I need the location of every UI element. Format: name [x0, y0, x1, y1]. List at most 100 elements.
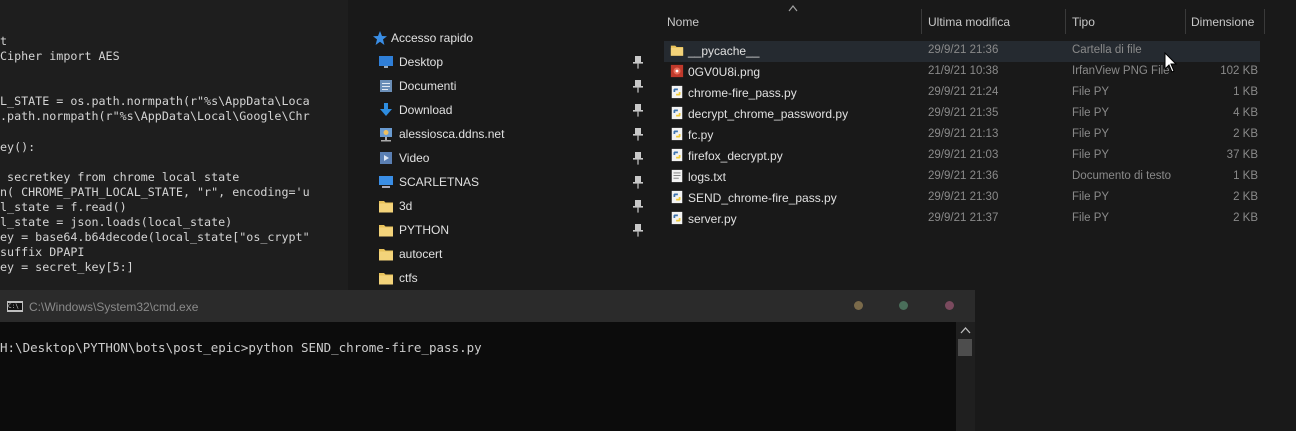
code-line: suffix DPAPI	[0, 245, 85, 260]
file-row[interactable]: SEND_chrome-fire_pass.py 29/9/21 21:30 Fil…	[664, 188, 1260, 209]
column-header-modified[interactable]: Ultima modifica	[928, 15, 1010, 29]
code-editor-text[interactable]: t Cipher import AES L_STATE = os.path.no…	[0, 34, 310, 276]
nav-item-ctfs[interactable]: ctfs	[348, 266, 658, 290]
star-icon	[373, 31, 387, 45]
pin-icon[interactable]	[632, 79, 644, 93]
file-row[interactable]: logs.txt 29/9/21 21:36 Documento di testo 1…	[664, 167, 1260, 188]
cmd-app-icon: C:\	[7, 301, 23, 312]
nav-item-label: Video	[399, 151, 430, 165]
scrollbar-thumb[interactable]	[958, 339, 972, 356]
code-line: n( CHROME_PATH_LOCAL_STATE, "r", encodin…	[0, 184, 310, 199]
cmd-prompt-line[interactable]: H:\Desktop\PYTHON\bots\post_epic>python …	[0, 340, 482, 355]
file-modified-date: 29/9/21 21:03	[928, 149, 999, 161]
column-header-size[interactable]: Dimensione	[1191, 15, 1254, 29]
nav-item-label: Documenti	[399, 79, 457, 93]
file-type: Cartella di file	[1072, 44, 1142, 56]
column-divider[interactable]	[1185, 9, 1186, 34]
code-line: ey = base64.b64decode(local_state["os_cr…	[0, 230, 310, 245]
pin-icon[interactable]	[632, 151, 644, 165]
nav-item-label: 3d	[399, 199, 413, 213]
code-line: t	[0, 34, 8, 48]
file-name: fc.py	[688, 128, 714, 142]
file-type: IrfanView PNG File	[1072, 65, 1170, 77]
python-file-icon	[670, 85, 684, 101]
nav-item-label: alessiosca.ddns.net	[399, 127, 505, 141]
file-list: Nome Ultima modifica Tipo Dimensione __p…	[664, 0, 1296, 290]
cmd-scrollbar[interactable]	[956, 322, 975, 431]
file-modified-date: 29/9/21 21:36	[928, 170, 999, 182]
file-row[interactable]: chrome-fire_pass.py 29/9/21 21:24 File PY 1…	[664, 83, 1260, 104]
text-file-icon	[670, 169, 684, 185]
nav-item-python[interactable]: PYTHON	[348, 218, 658, 242]
close-button[interactable]	[945, 301, 954, 310]
file-modified-date: 29/9/21 21:36	[928, 44, 999, 56]
nav-item-label: Desktop	[399, 55, 444, 69]
file-row[interactable]: firefox_decrypt.py 29/9/21 21:03 File PY 37…	[664, 146, 1260, 167]
file-row[interactable]: server.py 29/9/21 21:37 File PY 2 KB	[664, 209, 1260, 230]
pin-icon[interactable]	[632, 175, 644, 189]
file-row[interactable]: decrypt_chrome_password.py 29/9/21 21:35 F…	[664, 104, 1260, 125]
column-header-name[interactable]: Nome	[667, 15, 699, 29]
file-name: SEND_chrome-fire_pass.py	[688, 191, 837, 205]
file-modified-date: 29/9/21 21:13	[928, 128, 999, 140]
network-folder-icon	[378, 126, 394, 142]
file-explorer-window[interactable]: Accesso rapido Desktop Documenti Download a…	[348, 0, 1296, 290]
scroll-up-arrow-icon[interactable]	[960, 326, 971, 334]
nav-item-3d[interactable]: 3d	[348, 194, 658, 218]
nav-item-autocert[interactable]: autocert	[348, 242, 658, 266]
cmd-title-bar[interactable]: C:\ C:\Windows\System32\cmd.exe	[0, 290, 975, 322]
pin-icon[interactable]	[632, 127, 644, 141]
pin-icon[interactable]	[632, 103, 644, 117]
python-file-icon	[670, 211, 684, 227]
file-name: chrome-fire_pass.py	[688, 86, 797, 100]
folder-icon	[670, 43, 684, 59]
maximize-button[interactable]	[899, 301, 908, 310]
code-editor-window[interactable]: t Cipher import AES L_STATE = os.path.no…	[0, 0, 348, 290]
nav-item-desktop[interactable]: Desktop	[348, 50, 658, 74]
file-type: File PY	[1072, 86, 1110, 98]
code-line: Cipher import AES	[0, 49, 120, 64]
pin-icon[interactable]	[632, 199, 644, 213]
python-file-icon	[670, 190, 684, 206]
file-modified-date: 21/9/21 10:38	[928, 65, 999, 77]
code-line: l_state = json.loads(local_state)	[0, 215, 233, 230]
folder-icon	[378, 198, 394, 214]
cmd-console[interactable]: H:\Desktop\PYTHON\bots\post_epic>python …	[0, 322, 956, 431]
nav-item-label: SCARLETNAS	[399, 175, 480, 189]
column-header-type[interactable]: Tipo	[1072, 15, 1095, 29]
code-line: L_STATE = os.path.normpath(r"%s\AppData\…	[0, 94, 310, 109]
nav-item-documenti[interactable]: Documenti	[348, 74, 658, 98]
folder-icon	[378, 270, 394, 286]
nav-item-download[interactable]: Download	[348, 98, 658, 122]
file-type: File PY	[1072, 191, 1110, 203]
file-name: 0GV0U8i.png	[688, 65, 761, 79]
desktop-icon	[378, 54, 394, 70]
file-size: 102 KB	[1220, 65, 1258, 77]
nav-item-scarletnas[interactable]: SCARLETNAS	[348, 170, 658, 194]
minimize-button[interactable]	[854, 301, 863, 310]
nav-item-quick-access[interactable]: Accesso rapido	[348, 26, 658, 50]
file-size: 1 KB	[1233, 170, 1258, 182]
column-divider[interactable]	[1065, 9, 1066, 34]
documents-icon	[378, 78, 394, 94]
column-divider[interactable]	[921, 9, 922, 34]
code-line: ey():	[0, 139, 36, 154]
file-size: 1 KB	[1233, 86, 1258, 98]
file-row[interactable]: fc.py 29/9/21 21:13 File PY 2 KB	[664, 125, 1260, 146]
file-size: 4 KB	[1233, 107, 1258, 119]
pin-icon[interactable]	[632, 55, 644, 69]
pin-icon[interactable]	[632, 223, 644, 237]
sort-ascending-icon	[788, 5, 798, 12]
nav-item-video[interactable]: Video	[348, 146, 658, 170]
python-file-icon	[670, 106, 684, 122]
folder-icon	[378, 222, 394, 238]
column-divider[interactable]	[1264, 9, 1265, 34]
file-name: server.py	[688, 212, 737, 226]
file-size: 2 KB	[1233, 191, 1258, 203]
nav-item-alessiosca-ddns-net[interactable]: alessiosca.ddns.net	[348, 122, 658, 146]
file-name: logs.txt	[688, 170, 727, 184]
cmd-window-title: C:\Windows\System32\cmd.exe	[29, 300, 199, 314]
file-modified-date: 29/9/21 21:35	[928, 107, 999, 119]
code-line: ey = secret_key[5:]	[0, 260, 134, 275]
cmd-app-icon-text: C:\	[8, 303, 22, 310]
